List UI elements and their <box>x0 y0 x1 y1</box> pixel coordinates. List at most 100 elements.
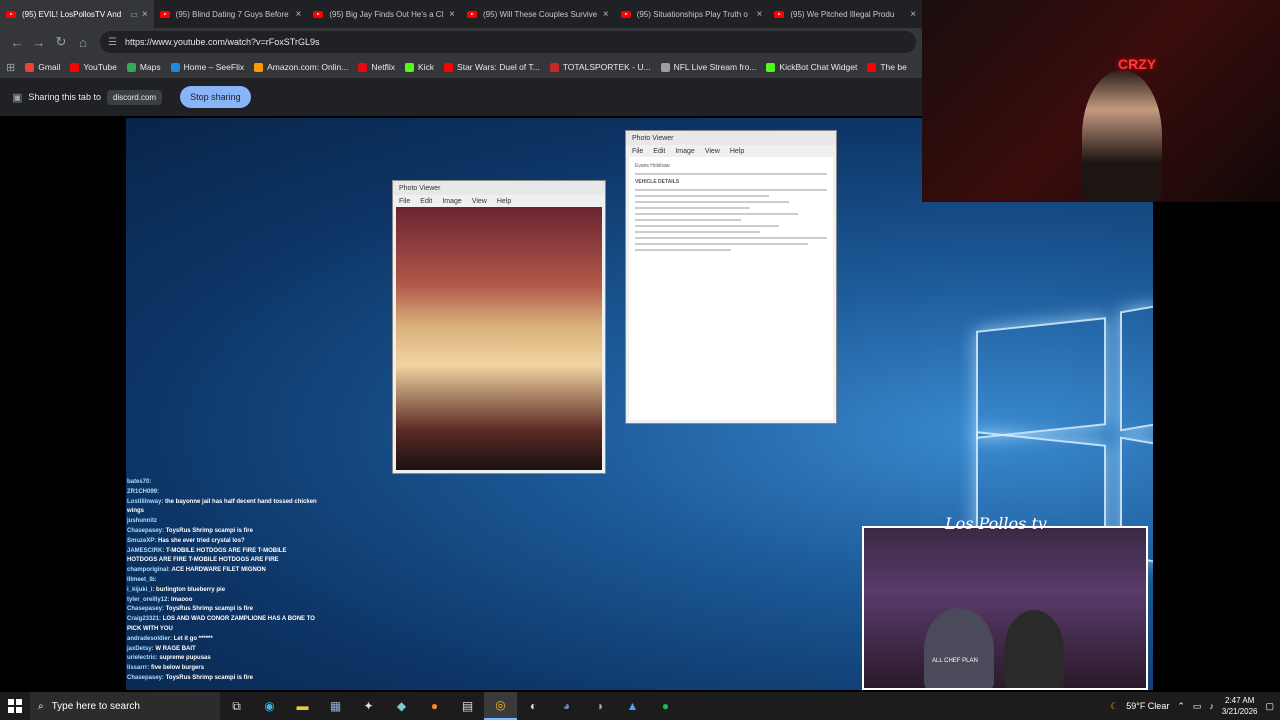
bookmark-item[interactable]: Gmail <box>25 62 60 72</box>
chat-username: Lostillinway: <box>127 498 164 505</box>
chrome-icon[interactable]: ◎ <box>484 692 517 720</box>
close-icon[interactable]: × <box>142 9 148 20</box>
chat-username: bates70: <box>127 479 152 485</box>
doc-header: Evans Holshaw <box>635 163 670 169</box>
chat-message: JAMESCIRK: T-MOBILE HOTDOGS ARE FIRE T-M… <box>127 547 317 567</box>
photo-viewer-window[interactable]: Photo Viewer File Edit Image View Help <box>392 180 606 474</box>
menu-item[interactable]: Edit <box>420 198 432 205</box>
volume-icon[interactable]: ♪ <box>1209 701 1214 711</box>
stop-sharing-button[interactable]: Stop sharing <box>180 86 251 108</box>
browser-tab[interactable]: (95) Will These Couples Survive × <box>461 0 615 28</box>
browser-tab[interactable]: (95) EVIL! LosPollosTV And ▭ × <box>0 0 154 28</box>
bookmark-item[interactable]: Amazon.com: Onlin... <box>254 62 348 72</box>
discord-icon[interactable]: ◕ <box>550 692 583 720</box>
doc-line <box>635 201 789 203</box>
menu-item[interactable]: Edit <box>653 148 665 155</box>
bookmark-item[interactable]: Kick <box>404 62 435 72</box>
menu-item[interactable]: View <box>472 198 487 205</box>
file-explorer-icon[interactable]: ▬ <box>286 692 319 720</box>
network-icon[interactable]: ▭ <box>1193 701 1202 712</box>
bookmark-label: TOTALSPORTEK - U... <box>562 62 651 72</box>
app-icon[interactable]: ▤ <box>451 692 484 720</box>
chat-text: supreme pupusas <box>159 655 211 662</box>
firefox-icon[interactable]: ● <box>418 692 451 720</box>
task-view-icon[interactable]: ⧉ <box>220 692 253 720</box>
bookmark-item[interactable]: TOTALSPORTEK - U... <box>549 62 651 72</box>
chat-message: SmuzeXP: Has she ever tried crystal los? <box>127 537 317 547</box>
bookmark-item[interactable]: Netflix <box>358 62 395 72</box>
chat-username: Illmeet_Ib: <box>127 576 157 583</box>
bookmark-item[interactable]: Maps <box>126 62 161 72</box>
chat-username: Chasepasey: <box>127 606 165 613</box>
steam-icon[interactable]: ◑ <box>583 692 616 720</box>
close-icon[interactable]: × <box>449 9 455 20</box>
bookmark-item[interactable]: KickBot Chat Widget <box>766 62 857 72</box>
taskbar-search[interactable]: ⌕ Type here to search <box>30 692 220 720</box>
bookmark-item[interactable]: YouTube <box>70 62 117 72</box>
chat-username: champoriginal: <box>127 567 171 574</box>
neon-sign: CRZY <box>1118 56 1157 72</box>
bookmark-icon <box>25 62 35 72</box>
browser-tab[interactable]: (95) We Pitched Illegal Produ × <box>768 0 922 28</box>
app-icon[interactable]: ✦ <box>352 692 385 720</box>
bookmark-item[interactable]: Star Wars: Duel of T... <box>444 62 540 72</box>
close-icon[interactable]: × <box>910 9 916 20</box>
site-info-icon[interactable]: ☰ <box>108 37 117 48</box>
chat-message: jaxDetsy: W RAGE BAIT <box>127 645 317 655</box>
photo-viewer-window[interactable]: Photo Viewer File Edit Image View Help Evans… <box>625 130 837 424</box>
date: 3/21/2026 <box>1221 707 1258 716</box>
reload-icon[interactable]: ↻ <box>50 34 72 50</box>
back-icon[interactable]: ← <box>6 35 28 50</box>
streamer <box>1082 70 1162 202</box>
notification-icon[interactable]: ▢ <box>1265 701 1274 712</box>
app-icon[interactable]: ▲ <box>616 692 649 720</box>
bookmark-label: Home – SeeFlix <box>183 62 245 72</box>
search-icon: ⌕ <box>38 700 44 712</box>
cohost-left <box>924 608 994 688</box>
spotify-icon[interactable]: ● <box>649 692 682 720</box>
weather-text[interactable]: 59°F Clear <box>1126 701 1169 711</box>
chevron-up-icon[interactable]: ⌃ <box>1177 701 1185 712</box>
browser-tab[interactable]: (95) Big Jay Finds Out He's a Cl × <box>307 0 461 28</box>
bookmark-item[interactable]: Home – SeeFlix <box>170 62 245 72</box>
close-icon[interactable]: × <box>603 9 609 20</box>
chat-text: five below burgers <box>151 665 205 672</box>
apps-icon[interactable]: ⊞ <box>6 61 15 74</box>
address-bar[interactable]: ☰ https://www.youtube.com/watch?v=rFoxST… <box>100 31 916 53</box>
bookmark-label: Kick <box>417 62 435 72</box>
browser-tab[interactable]: (95) Situationships Play Truth o × <box>615 0 769 28</box>
home-icon[interactable]: ⌂ <box>72 35 94 50</box>
menu-item[interactable]: Help <box>730 148 744 155</box>
search-placeholder: Type here to search <box>51 700 140 712</box>
menu-bar: File Edit Image View Help <box>393 195 605 207</box>
forward-icon[interactable]: → <box>28 35 50 50</box>
calculator-icon[interactable]: ▦ <box>319 692 352 720</box>
menu-item[interactable]: Image <box>442 198 461 205</box>
menu-item[interactable]: View <box>705 148 720 155</box>
clock[interactable]: 2:47 AM 3/21/2026 <box>1222 695 1258 717</box>
browser-tab[interactable]: (95) Blind Dating 7 Guys Before × <box>154 0 308 28</box>
bookmark-icon <box>254 62 264 72</box>
obs-icon[interactable]: ◐ <box>517 692 550 720</box>
bookmark-item[interactable]: NFL Live Stream fro... <box>660 62 756 72</box>
youtube-icon <box>6 10 16 18</box>
app-icon[interactable]: ◆ <box>385 692 418 720</box>
menu-item[interactable]: Image <box>675 148 694 155</box>
tab-title: (95) EVIL! LosPollosTV And <box>22 9 122 19</box>
start-button[interactable] <box>0 692 30 720</box>
close-icon[interactable]: × <box>757 9 763 20</box>
bookmark-label: KickBot Chat Widget <box>779 62 858 72</box>
chat-username: tyler_oreilly12: <box>127 596 170 603</box>
chat-message: Craig23321: LOS AND WAD CONOR ZAMPLIONE … <box>127 615 317 635</box>
doc-line <box>635 189 827 191</box>
menu-item[interactable]: File <box>632 148 643 155</box>
menu-item[interactable]: File <box>399 198 410 205</box>
bookmark-item[interactable]: The be <box>867 62 907 72</box>
time: 2:47 AM <box>1225 696 1255 705</box>
close-icon[interactable]: × <box>296 9 302 20</box>
window-title: Photo Viewer <box>626 131 836 145</box>
bookmark-icon <box>170 62 180 72</box>
edge-icon[interactable]: ◉ <box>253 692 286 720</box>
chat-username: Chasepasey: <box>127 674 165 681</box>
menu-item[interactable]: Help <box>497 198 511 205</box>
